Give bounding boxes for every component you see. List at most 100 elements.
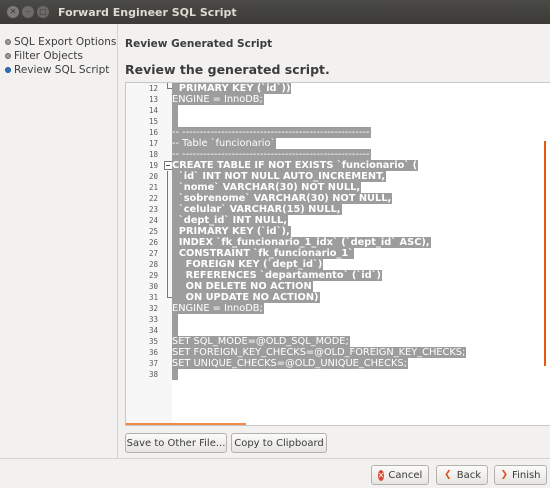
line-number: 34 [148, 326, 158, 335]
close-icon[interactable]: ✕ [7, 6, 19, 18]
sidebar-item-label: Review SQL Script [14, 64, 110, 76]
wizard-steps-sidebar: SQL Export Options Filter Objects Review… [0, 24, 118, 458]
editor-line: 19 CREATE TABLE IF NOT EXISTS `funcionari… [126, 160, 550, 171]
editor-line: 31 ON UPDATE NO ACTION) [126, 292, 550, 303]
fold-guide [163, 248, 172, 259]
cancel-label: Cancel [388, 469, 423, 481]
line-number: 35 [148, 337, 158, 346]
editor-line: 21 `nome` VARCHAR(30) NOT NULL, [126, 182, 550, 193]
editor-line: 29 REFERENCES `departamento` (`id`) [126, 270, 550, 281]
line-number: 22 [148, 194, 158, 203]
line-number: 30 [148, 282, 158, 291]
fold-guide [163, 270, 172, 281]
sidebar-item-review-sql-script[interactable]: Review SQL Script [0, 63, 117, 77]
selection-highlight [172, 325, 178, 336]
cancel-button[interactable]: ✕ Cancel [371, 465, 429, 485]
fold-guide [163, 226, 172, 237]
scroll-edge-marker [544, 141, 546, 366]
finish-button[interactable]: ❯ Finish [494, 465, 547, 485]
back-arrow-icon: ❮ [444, 470, 452, 480]
editor-line: 27 CONSTRAINT `fk_funcionario_1` [126, 248, 550, 259]
step-bullet-active-icon [5, 67, 11, 73]
page-title: Review the generated script. [125, 62, 330, 77]
editor-line: 15 [126, 116, 550, 127]
line-number: 26 [148, 238, 158, 247]
back-button[interactable]: ❮ Back [436, 465, 488, 485]
line-number: 24 [148, 216, 158, 225]
title-bar: ✕ – □ Forward Engineer SQL Script [0, 0, 550, 24]
code-text: ENGINE = InnoDB; [172, 303, 264, 314]
line-number: 36 [148, 348, 158, 357]
line-number: 28 [148, 260, 158, 269]
line-number: 38 [148, 370, 158, 379]
code-text: CREATE TABLE IF NOT EXISTS `funcionario`… [172, 160, 419, 171]
minimize-icon[interactable]: – [22, 6, 34, 18]
save-to-other-file-button[interactable]: Save to Other File... [125, 433, 227, 453]
fold-guide [163, 193, 172, 204]
code-text: CONSTRAINT `fk_funcionario_1` [172, 248, 355, 259]
save-to-other-file-label: Save to Other File... [126, 437, 226, 449]
line-number: 31 [148, 293, 158, 302]
editor-line: 35 SET SQL_MODE=@OLD_SQL_MODE; [126, 336, 550, 347]
step-bullet-icon [5, 53, 11, 59]
editor-line: 23 `celular` VARCHAR(15) NULL, [126, 204, 550, 215]
copy-to-clipboard-button[interactable]: Copy to Clipboard [231, 433, 327, 453]
selection-highlight [172, 116, 178, 127]
maximize-icon[interactable]: □ [37, 6, 49, 18]
editor-line: 24 `dept_id` INT NULL, [126, 215, 550, 226]
editor-line: 30 ON DELETE NO ACTION [126, 281, 550, 292]
fold-guide [163, 237, 172, 248]
code-text: PRIMARY KEY (`id`)) [172, 83, 292, 94]
main-panel: Review Generated Script Review the gener… [118, 24, 550, 458]
sidebar-item-label: SQL Export Options [14, 36, 117, 48]
code-text: PRIMARY KEY (`id`), [172, 226, 291, 237]
editor-line: 22 `sobrenome` VARCHAR(30) NOT NULL, [126, 193, 550, 204]
code-text: ON UPDATE NO ACTION) [172, 292, 320, 303]
editor-line: 36 SET FOREIGN_KEY_CHECKS=@OLD_FOREIGN_KE… [126, 347, 550, 358]
editor-line: 12 PRIMARY KEY (`id`)) [126, 83, 550, 94]
fold-guide [163, 281, 172, 292]
code-text: `nome` VARCHAR(30) NOT NULL, [172, 182, 362, 193]
sidebar-item-label: Filter Objects [14, 50, 84, 62]
line-number: 27 [148, 249, 158, 258]
line-number: 20 [148, 172, 158, 181]
finish-label: Finish [512, 469, 541, 481]
line-number: 13 [148, 95, 158, 104]
editor-line: 14 [126, 105, 550, 116]
editor-line: 28 FOREIGN KEY (`dept_id`) [126, 259, 550, 270]
editor-line: 34 [126, 325, 550, 336]
editor-line: 26 INDEX `fk_funcionario_1_idx` (`dept_i… [126, 237, 550, 248]
copy-to-clipboard-label: Copy to Clipboard [234, 437, 324, 449]
line-number: 15 [148, 117, 158, 126]
line-number: 17 [148, 139, 158, 148]
code-text: `sobrenome` VARCHAR(30) NOT NULL, [172, 193, 393, 204]
fold-toggle-icon[interactable] [163, 160, 173, 171]
code-text: -- -------------------------------------… [172, 127, 371, 138]
forward-arrow-icon: ❯ [500, 470, 509, 480]
code-text: REFERENCES `departamento` (`id`) [172, 270, 383, 281]
selection-highlight [172, 369, 178, 380]
sidebar-item-filter-objects[interactable]: Filter Objects [0, 49, 117, 63]
sidebar-item-sql-export-options[interactable]: SQL Export Options [0, 35, 117, 49]
code-text: -- Table `funcionario` [172, 138, 277, 149]
line-number: 37 [148, 359, 158, 368]
editor-line: 17 -- Table `funcionario` [126, 138, 550, 149]
page-breadcrumb: Review Generated Script [125, 38, 273, 50]
sql-script-editor[interactable]: 12 PRIMARY KEY (`id`)) 13 ENGINE = InnoDB;… [125, 82, 550, 426]
editor-line: 20 `id` INT NOT NULL AUTO_INCREMENT, [126, 171, 550, 182]
editor-line: 33 [126, 314, 550, 325]
editor-line: 13 ENGINE = InnoDB; [126, 94, 550, 105]
selection-highlight [172, 314, 178, 325]
line-number: 32 [148, 304, 158, 313]
code-text: `dept_id` INT NULL, [172, 215, 288, 226]
fold-guide [163, 215, 172, 226]
code-text: `id` INT NOT NULL AUTO_INCREMENT, [172, 171, 387, 182]
editor-line: 37 SET UNIQUE_CHECKS=@OLD_UNIQUE_CHECKS; [126, 358, 550, 369]
line-number: 33 [148, 315, 158, 324]
editor-line: 18 -- -----------------------------------… [126, 149, 550, 160]
line-number: 16 [148, 128, 158, 137]
back-label: Back [456, 469, 481, 481]
line-number: 25 [148, 227, 158, 236]
cancel-icon: ✕ [377, 469, 385, 481]
line-number: 21 [148, 183, 158, 192]
